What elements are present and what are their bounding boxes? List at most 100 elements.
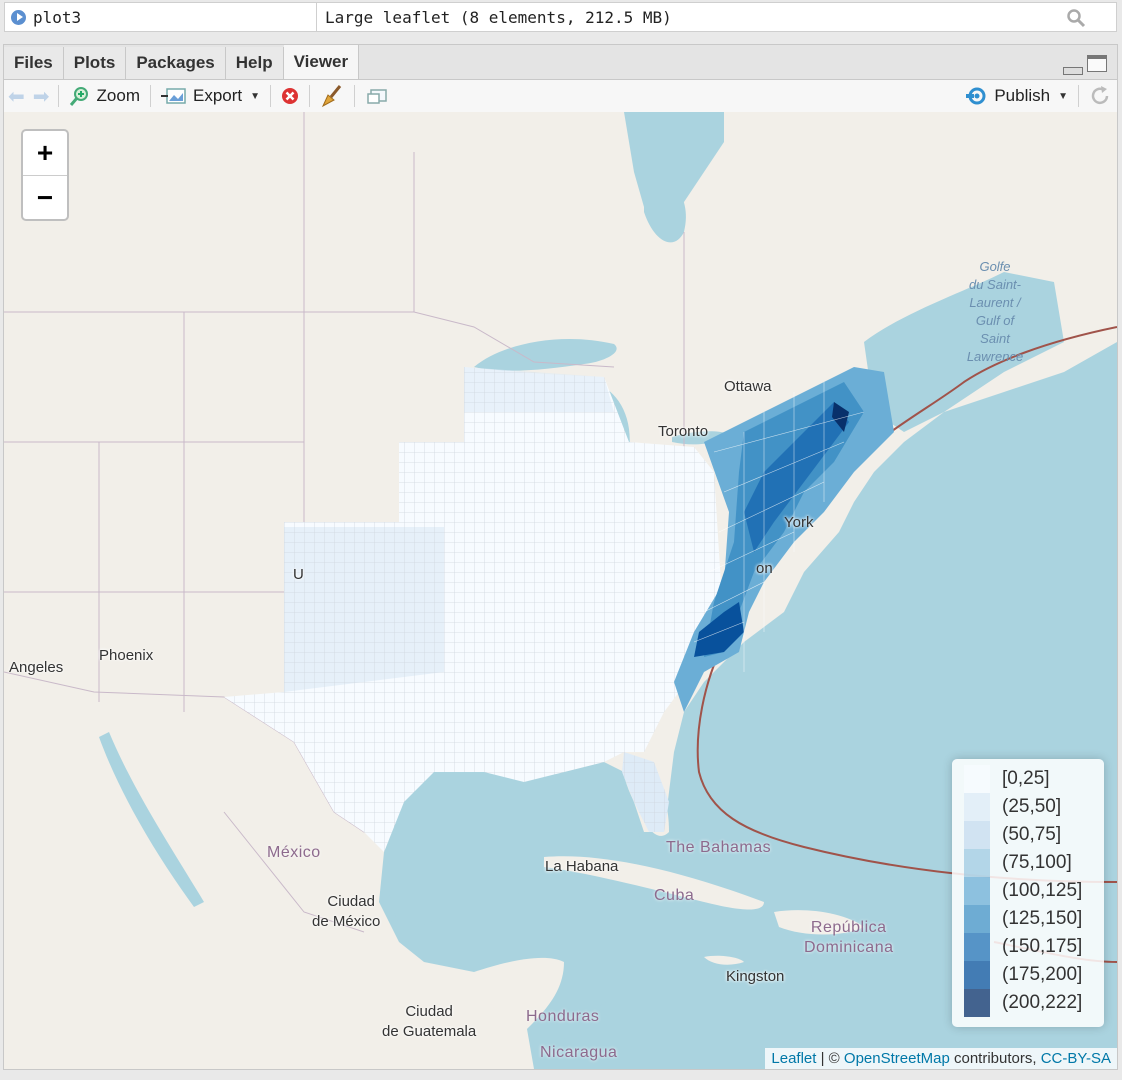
label-toronto: Toronto bbox=[658, 423, 709, 440]
legend-row: (75,100] bbox=[964, 849, 1092, 877]
label-ciudad-guatemala: Ciudad de Guatemala bbox=[382, 1002, 476, 1042]
tab-files[interactable]: Files bbox=[4, 47, 64, 79]
legend-swatch bbox=[964, 905, 990, 933]
remove-x-icon bbox=[282, 88, 299, 104]
tab-packages[interactable]: Packages bbox=[126, 47, 226, 79]
legend-row: (100,125] bbox=[964, 877, 1092, 905]
osm-link[interactable]: OpenStreetMap bbox=[844, 1050, 950, 1067]
legend-swatch bbox=[964, 989, 990, 1017]
maximize-pane-icon[interactable] bbox=[1087, 55, 1107, 72]
legend-swatch bbox=[964, 821, 990, 849]
license-link[interactable]: CC-BY-SA bbox=[1041, 1050, 1111, 1067]
toolbar-separator bbox=[150, 85, 151, 107]
label-ciudad-mexico-line2: de México bbox=[312, 913, 381, 930]
object-value-cell: Large leaflet (8 elements, 212.5 MB) bbox=[317, 3, 1116, 31]
expand-object-icon[interactable] bbox=[11, 9, 26, 25]
refresh-icon bbox=[1091, 86, 1109, 105]
legend-label: (175,200] bbox=[1002, 964, 1083, 985]
gulf-line: Gulf of bbox=[975, 313, 1015, 328]
viewer-toolbar: ⬅ ➡ Zoom Export ▼ Publish ▼ bbox=[4, 80, 1117, 113]
toolbar-separator bbox=[354, 85, 356, 107]
window-controls bbox=[1063, 55, 1107, 75]
minimize-pane-icon[interactable] bbox=[1063, 67, 1083, 75]
legend-row: [0,25] bbox=[964, 765, 1092, 793]
label-cuba: Cuba bbox=[654, 887, 695, 904]
label-kingston: Kingston bbox=[726, 968, 785, 985]
back-arrow-icon[interactable]: ⬅ bbox=[4, 84, 29, 109]
map-attribution: Leaflet | © OpenStreetMap contributors, … bbox=[765, 1048, 1117, 1069]
zoom-magnifier-icon bbox=[69, 87, 88, 106]
legend-label: (150,175] bbox=[1002, 936, 1083, 957]
toolbar-separator bbox=[270, 85, 272, 107]
county-area-light bbox=[464, 367, 614, 412]
show-in-window-button[interactable] bbox=[359, 82, 395, 110]
label-utah-partial: U bbox=[293, 566, 304, 583]
zoom-button[interactable]: Zoom bbox=[63, 82, 146, 110]
label-republica-line1: República bbox=[810, 919, 887, 936]
export-dropdown-icon: ▼ bbox=[250, 90, 261, 102]
legend-swatch bbox=[964, 793, 990, 821]
label-la-habana: La Habana bbox=[545, 858, 619, 875]
clear-all-button[interactable] bbox=[314, 82, 350, 110]
legend-label: (100,125] bbox=[1002, 880, 1083, 901]
label-guatemala-line2: de Guatemala bbox=[382, 1023, 477, 1040]
legend-label: (25,50] bbox=[1002, 796, 1062, 817]
legend-label: [0,25] bbox=[1002, 768, 1050, 789]
new-window-icon bbox=[367, 89, 387, 104]
refresh-button[interactable] bbox=[1083, 82, 1117, 110]
leaflet-map[interactable]: Ottawa Toronto York on Phoenix Angeles U… bbox=[4, 112, 1117, 1069]
search-icon[interactable] bbox=[1066, 8, 1086, 33]
label-guatemala-line1: Ciudad bbox=[405, 1003, 453, 1020]
legend-row: (25,50] bbox=[964, 793, 1092, 821]
legend-label: (50,75] bbox=[1002, 824, 1062, 845]
viewer-pane: Files Plots Packages Help Viewer ⬅ ➡ Zoo… bbox=[3, 44, 1118, 1070]
legend-swatch bbox=[964, 933, 990, 961]
legend-row: (200,222] bbox=[964, 989, 1092, 1017]
publish-button[interactable]: Publish ▼ bbox=[960, 82, 1074, 110]
toolbar-separator bbox=[57, 85, 59, 107]
label-mexico: México bbox=[267, 844, 321, 861]
label-ottawa: Ottawa bbox=[724, 378, 772, 395]
legend-swatch bbox=[964, 877, 990, 905]
legend-row: (50,75] bbox=[964, 821, 1092, 849]
pane-tab-bar: Files Plots Packages Help Viewer bbox=[4, 45, 1117, 80]
legend-label: (200,222] bbox=[1002, 992, 1083, 1013]
remove-viewer-button[interactable] bbox=[275, 82, 305, 110]
export-label: Export bbox=[193, 86, 243, 105]
export-button[interactable]: Export ▼ bbox=[155, 82, 266, 110]
label-nicaragua: Nicaragua bbox=[540, 1044, 618, 1061]
legend-row: (175,200] bbox=[964, 961, 1092, 989]
map-legend: [0,25] (25,50] (50,75] (75,100] (100,125] (12… bbox=[952, 759, 1104, 1027]
leaflet-link[interactable]: Leaflet bbox=[771, 1050, 816, 1067]
forward-arrow-icon[interactable]: ➡ bbox=[29, 84, 54, 109]
label-bahamas: The Bahamas bbox=[666, 839, 772, 856]
publish-dropdown-icon: ▼ bbox=[1058, 90, 1068, 102]
environment-row[interactable]: plot3 Large leaflet (8 elements, 212.5 M… bbox=[4, 2, 1117, 32]
legend-row: (125,150] bbox=[964, 905, 1092, 933]
gulf-line: Saint bbox=[980, 331, 1010, 346]
export-image-icon bbox=[161, 88, 186, 104]
zoom-out-button[interactable]: − bbox=[23, 175, 67, 220]
object-value: Large leaflet (8 elements, 212.5 MB) bbox=[325, 7, 672, 27]
tab-help[interactable]: Help bbox=[225, 47, 284, 79]
label-los-angeles: Angeles bbox=[9, 659, 64, 676]
label-ciudad-mexico: Ciudad de México bbox=[312, 892, 380, 932]
gulf-line: Laurent / bbox=[969, 295, 1021, 310]
county-area-light bbox=[622, 752, 669, 832]
broom-icon bbox=[321, 85, 342, 108]
choropleth-layer[interactable] bbox=[4, 112, 1117, 1069]
county-area-light bbox=[284, 527, 444, 692]
toolbar-separator bbox=[309, 85, 311, 107]
legend-swatch bbox=[964, 765, 990, 793]
zoom-label: Zoom bbox=[96, 86, 140, 105]
object-name-cell[interactable]: plot3 bbox=[5, 3, 317, 31]
gulf-line: du Saint- bbox=[968, 277, 1022, 292]
tab-viewer[interactable]: Viewer bbox=[283, 45, 360, 79]
legend-label: (125,150] bbox=[1002, 908, 1083, 929]
zoom-in-button[interactable]: + bbox=[23, 131, 67, 175]
tab-plots[interactable]: Plots bbox=[63, 47, 127, 79]
publish-label: Publish bbox=[994, 86, 1051, 105]
toolbar-separator bbox=[1078, 85, 1079, 107]
label-honduras: Honduras bbox=[526, 1008, 600, 1025]
zoom-control: + − bbox=[21, 129, 69, 221]
